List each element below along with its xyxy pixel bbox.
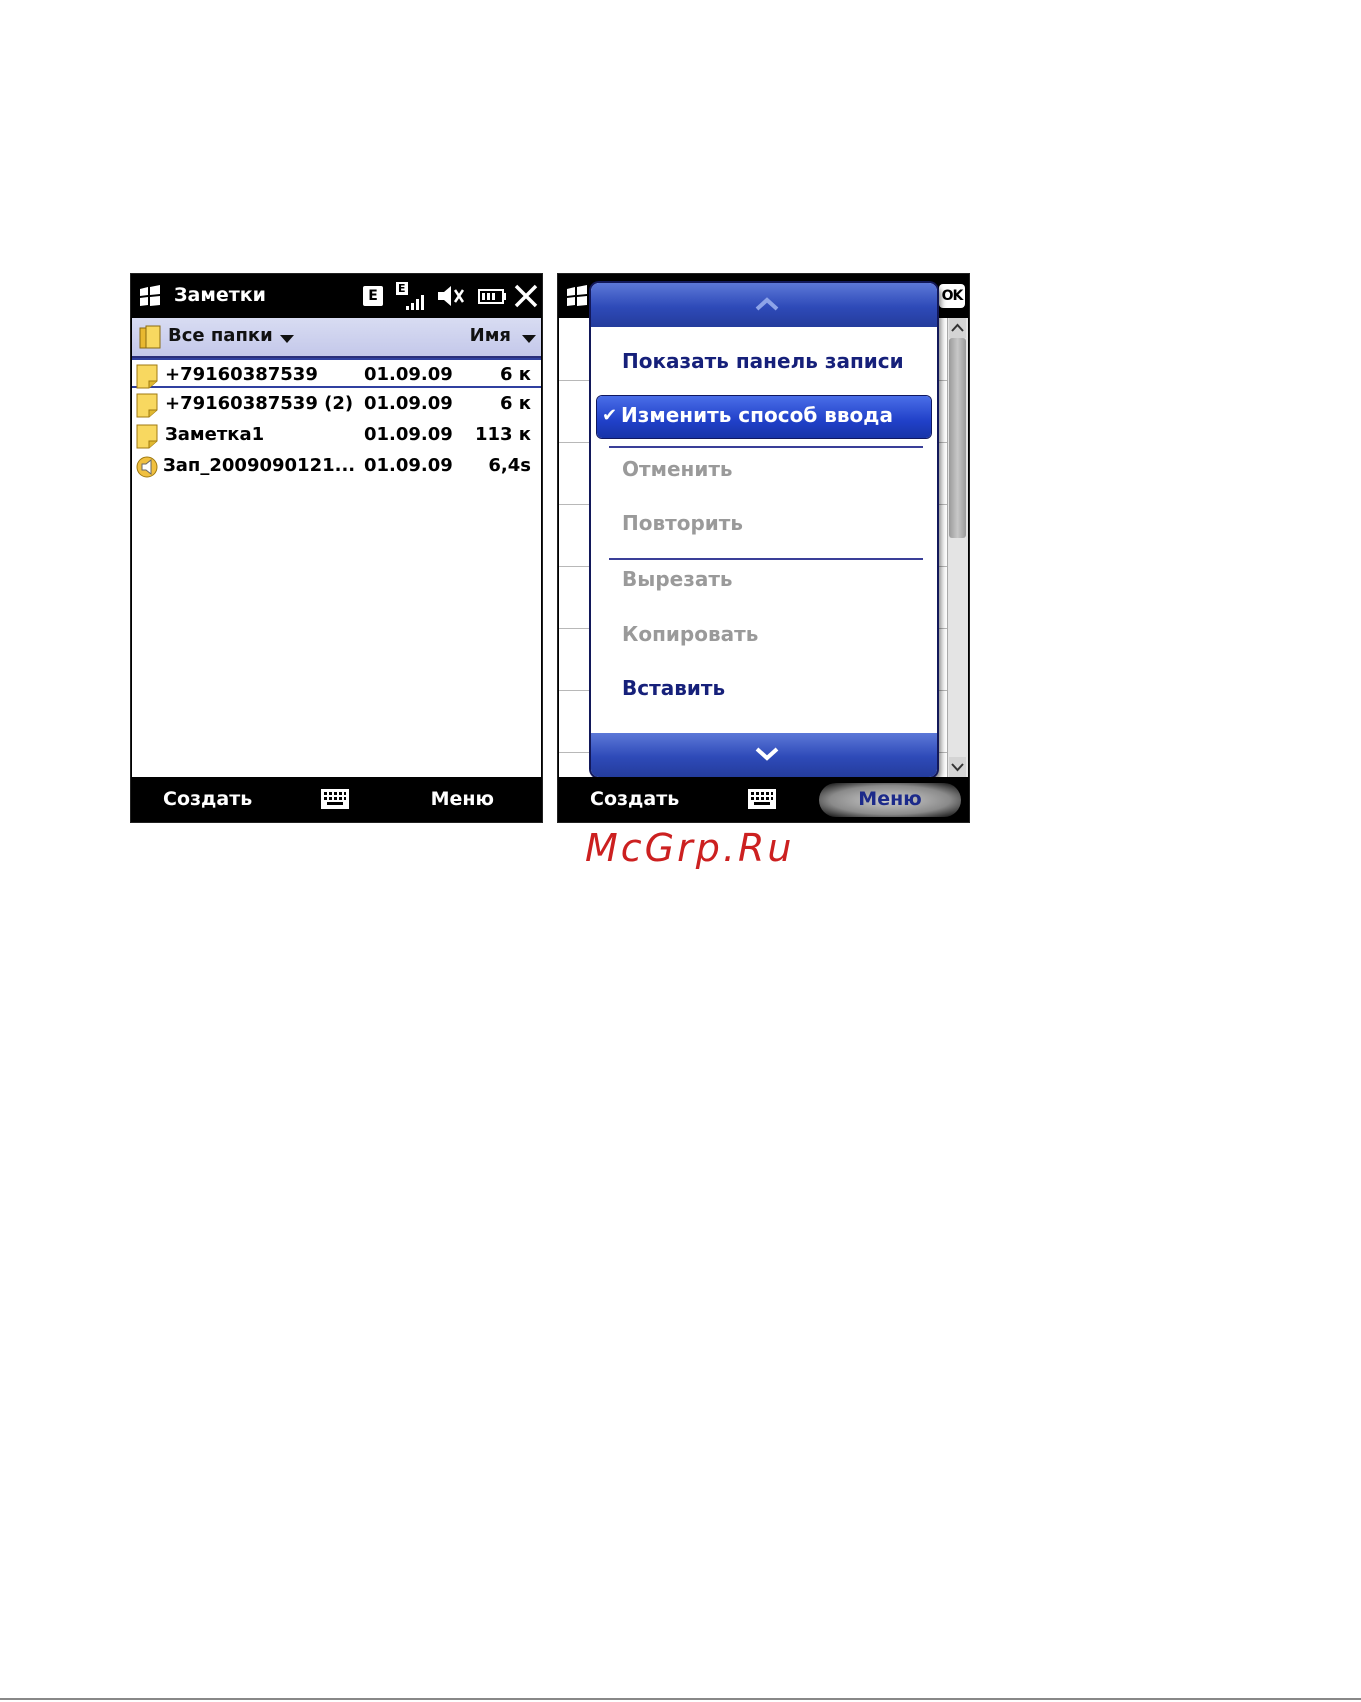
ok-button[interactable]: OK <box>939 284 965 308</box>
menu-item-change-input-method[interactable]: ✔ Изменить способ ввода <box>597 396 931 438</box>
scroll-up-arrow-icon[interactable] <box>949 318 966 338</box>
app-title: Заметки <box>174 284 266 306</box>
item-name: Зап_2009090121... <box>163 455 356 476</box>
item-date: 01.09.09 <box>364 364 453 385</box>
network-type-letter: E <box>363 286 383 306</box>
list-item[interactable]: +79160387539 (2) 01.09.09 6 к <box>132 389 541 419</box>
item-size: 6 к <box>499 364 531 385</box>
list-item[interactable]: +79160387539 01.09.09 6 к <box>132 358 541 389</box>
scrollbar-thumb[interactable] <box>949 338 966 538</box>
page-divider <box>0 1698 1361 1700</box>
menu-softkey-active[interactable]: Меню <box>819 783 961 817</box>
chevron-up-icon <box>755 297 779 311</box>
item-size: 6 к <box>499 393 531 414</box>
scroll-down-arrow-icon[interactable] <box>949 757 966 777</box>
chevron-down-icon <box>755 747 779 761</box>
title-bar: Заметки E E <box>131 274 542 318</box>
sort-dropdown-arrow-icon[interactable] <box>522 335 536 343</box>
item-size: 113 к <box>474 424 531 445</box>
menu-item-cut: Вырезать <box>622 567 733 591</box>
network-type-icon: E <box>363 282 385 310</box>
list-item[interactable]: Зап_2009090121... 01.09.09 6,4s <box>132 451 541 481</box>
battery-icon[interactable] <box>477 282 507 310</box>
softkey-bar: Создать Меню <box>131 777 542 822</box>
menu-separator <box>609 558 923 560</box>
note-icon <box>136 393 158 418</box>
windows-start-icon[interactable] <box>137 284 163 308</box>
item-date: 01.09.09 <box>364 393 453 414</box>
item-name: Заметка1 <box>165 424 265 445</box>
menu-item-redo: Повторить <box>622 511 744 535</box>
context-menu: Показать панель записи ✔ Изменить способ… <box>591 283 937 777</box>
item-date: 01.09.09 <box>364 455 453 476</box>
item-name: +79160387539 <box>165 364 318 385</box>
item-name: +79160387539 (2) <box>165 393 354 414</box>
notes-screen: Заметки E E Все папки Имя +79160387539 0… <box>130 273 543 823</box>
create-softkey[interactable]: Создать <box>163 788 252 810</box>
list-item[interactable]: Заметка1 01.09.09 113 к <box>132 420 541 450</box>
signal-strength-icon: E <box>396 282 426 310</box>
vertical-scrollbar[interactable] <box>947 318 968 777</box>
folder-dropdown-arrow-icon[interactable] <box>280 335 294 343</box>
keyboard-icon[interactable] <box>748 789 776 809</box>
menu-item-show-record-panel[interactable]: Показать панель записи <box>622 349 904 373</box>
volume-muted-icon[interactable] <box>436 282 466 310</box>
note-icon <box>136 424 158 449</box>
voice-recording-icon <box>136 456 158 478</box>
folders-icon <box>139 325 161 349</box>
watermark: McGrp.Ru <box>585 826 795 870</box>
menu-item-copy: Копировать <box>622 622 759 646</box>
windows-start-icon[interactable] <box>564 284 590 308</box>
check-icon: ✔ <box>602 405 618 426</box>
menu-item-undo: Отменить <box>622 457 733 481</box>
folder-selector[interactable]: Все папки <box>168 325 273 346</box>
close-icon[interactable] <box>513 282 539 310</box>
menu-screen: OK Показать панель записи ✔ Изменить спо… <box>557 273 970 823</box>
menu-softkey[interactable]: Меню <box>431 788 494 810</box>
keyboard-icon[interactable] <box>321 789 349 809</box>
menu-separator <box>609 446 923 448</box>
item-size: 6,4s <box>488 455 531 476</box>
note-icon <box>136 364 158 389</box>
create-softkey[interactable]: Создать <box>590 788 679 810</box>
menu-item-label: Изменить способ ввода <box>621 403 893 427</box>
folder-bar: Все папки Имя <box>132 318 541 358</box>
softkey-bar: Создать Меню <box>558 777 969 822</box>
notes-list: +79160387539 01.09.09 6 к +79160387539 (… <box>132 358 541 777</box>
menu-item-paste[interactable]: Вставить <box>622 676 725 700</box>
menu-scroll-up[interactable] <box>591 283 937 327</box>
item-date: 01.09.09 <box>364 424 453 445</box>
menu-softkey-label: Меню <box>858 788 922 810</box>
menu-scroll-down[interactable] <box>591 733 937 777</box>
sort-selector[interactable]: Имя <box>470 325 511 346</box>
